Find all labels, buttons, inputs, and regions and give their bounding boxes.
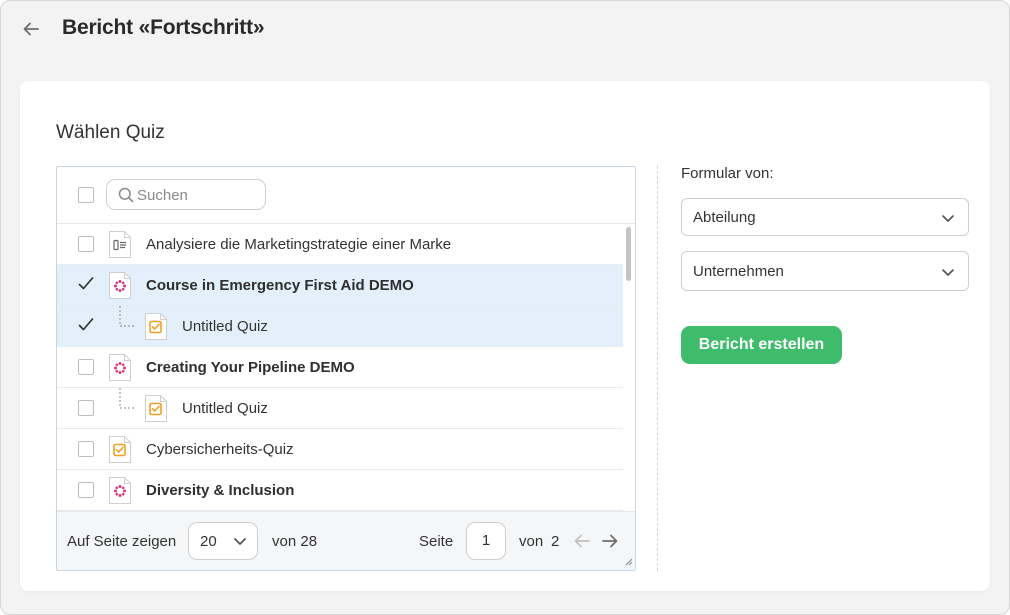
list-item[interactable]: Analysiere die Marketingstrategie einer … [57, 224, 623, 265]
list-item-label: Cybersicherheits-Quiz [146, 441, 294, 458]
top-bar: Bericht «Fortschritt» [1, 1, 1009, 61]
list-item[interactable]: Course in Emergency First Aid DEMO [57, 265, 623, 306]
checkbox[interactable] [78, 359, 94, 375]
quiz-icon [144, 312, 168, 341]
list-item-label: Course in Emergency First Aid DEMO [146, 277, 414, 294]
page-title: Bericht «Fortschritt» [62, 16, 265, 39]
tree-connector [119, 388, 135, 412]
list-item-label: Analysiere die Marketingstrategie einer … [146, 236, 452, 253]
course-icon [108, 353, 132, 382]
checkbox[interactable] [78, 441, 94, 457]
chevron-down-icon [233, 534, 247, 552]
quiz-list-panel: Analysiere die Marketingstrategie einer … [56, 166, 636, 571]
create-report-button[interactable]: Bericht erstellen [681, 326, 842, 364]
page-label: Seite [419, 533, 454, 550]
company-select-value: Unternehmen [693, 263, 784, 280]
department-select-value: Abteilung [693, 209, 756, 226]
select-all-checkbox[interactable] [78, 187, 94, 203]
course-icon [108, 476, 132, 505]
list-footer: Auf Seite zeigen 20 von 28 Seite 1 von 2 [57, 511, 635, 570]
checkbox[interactable] [78, 400, 94, 416]
checkbox-checked[interactable] [77, 316, 94, 332]
checkbox[interactable] [78, 482, 94, 498]
list-item-label: Diversity & Inclusion [146, 482, 295, 499]
search-icon [118, 187, 134, 208]
report-card: Wählen Quiz Analysiere die Marketingstra… [20, 81, 990, 591]
list-item-label: Creating Your Pipeline DEMO [146, 359, 355, 376]
total-count: von 28 [272, 533, 318, 550]
chevron-down-icon [941, 265, 955, 284]
tree-connector [119, 306, 135, 330]
total-pages: 2 [551, 533, 560, 550]
back-arrow-icon[interactable] [19, 17, 43, 41]
list-header [57, 167, 635, 224]
list-item[interactable]: Cybersicherheits-Quiz [57, 429, 623, 470]
per-page-label: Auf Seite zeigen [67, 533, 177, 550]
checkbox-checked[interactable] [77, 275, 94, 291]
scrollbar-thumb[interactable] [626, 227, 631, 281]
vertical-divider [657, 166, 658, 571]
chevron-down-icon [941, 211, 955, 230]
list-item[interactable]: Diversity & Inclusion [57, 470, 623, 511]
list-item[interactable]: Untitled Quiz [57, 388, 623, 429]
department-select[interactable]: Abteilung [681, 198, 969, 236]
per-page-value: 20 [200, 533, 217, 550]
resize-grip-icon[interactable] [625, 553, 633, 570]
app-window: Bericht «Fortschritt» Wählen Quiz Analys… [0, 0, 1010, 615]
page-number-input[interactable]: 1 [466, 522, 506, 560]
form-label: Formular von: [681, 165, 774, 182]
quiz-list: Analysiere die Marketingstrategie einer … [57, 224, 623, 511]
list-item-label: Untitled Quiz [182, 318, 268, 335]
list-item[interactable]: Creating Your Pipeline DEMO [57, 347, 623, 388]
checkbox[interactable] [78, 236, 94, 252]
section-title: Wählen Quiz [56, 122, 165, 143]
quiz-icon [144, 394, 168, 423]
per-page-select[interactable]: 20 [188, 522, 258, 560]
search-input[interactable] [137, 184, 257, 206]
list-item-label: Untitled Quiz [182, 400, 268, 417]
search-box [106, 179, 266, 210]
of-pages-label: von [519, 533, 544, 550]
course-icon [108, 271, 132, 300]
prev-page-icon[interactable] [572, 531, 592, 551]
quiz-icon [108, 435, 132, 464]
list-item[interactable]: Untitled Quiz [57, 306, 623, 347]
next-page-icon[interactable] [600, 531, 620, 551]
company-select[interactable]: Unternehmen [681, 251, 969, 291]
document-text-icon [108, 230, 132, 259]
